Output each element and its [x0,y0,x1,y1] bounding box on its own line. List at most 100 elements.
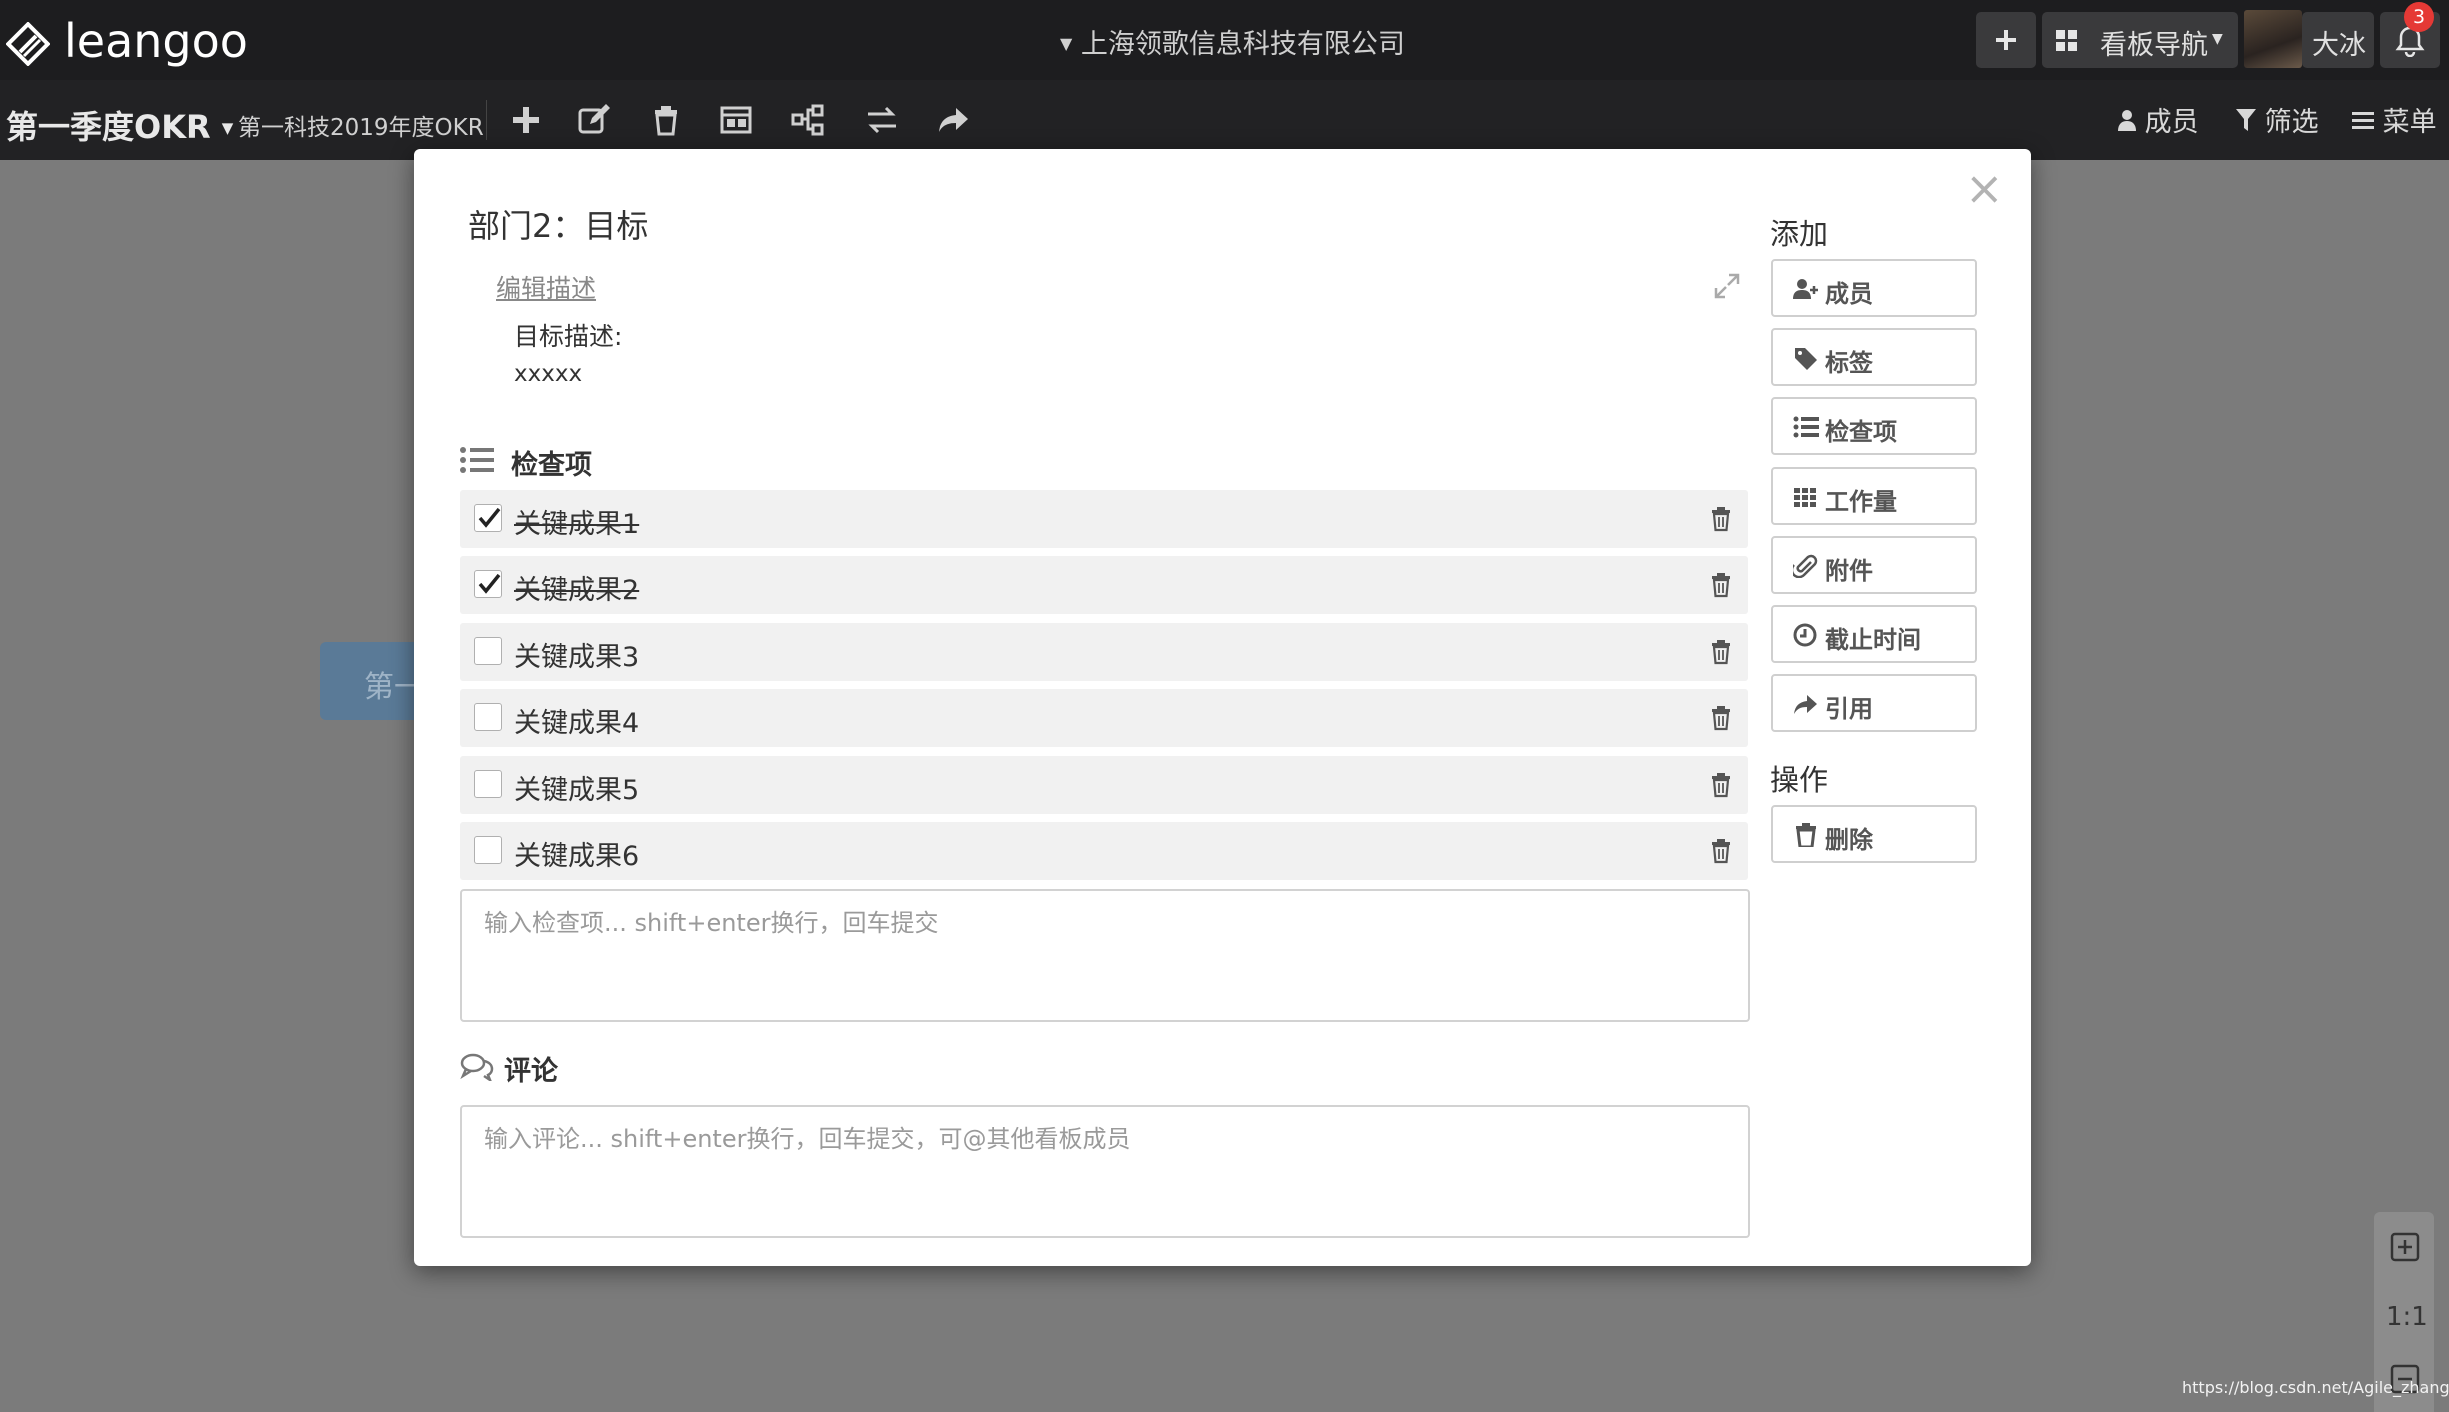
paperclip-icon [1793,554,1818,578]
checklist-item-label[interactable]: 关键成果4 [514,701,639,740]
board-nav-label: 看板导航 [2100,30,2208,61]
board-nav-button[interactable]: 看板导航 ▼ [2042,12,2238,68]
board-title[interactable]: 第一季度OKR ▼ [6,102,233,148]
top-navbar: leangoo ▼ 上海领歌信息科技有限公司 看板导航 ▼ 大冰 3 [0,0,2449,80]
list-icon [460,447,494,473]
checklist-item-label[interactable]: 关键成果2 [514,568,639,607]
delete-item-icon[interactable] [1711,572,1731,598]
checklist-checkbox[interactable] [474,570,502,598]
share-icon [1794,695,1817,714]
comment-input[interactable] [462,1107,1748,1236]
add-grid-button[interactable]: 工作量 [1771,467,1977,525]
grid-icon [2056,30,2077,51]
add-button-label: 截止时间 [1825,626,1921,654]
notification-badge: 3 [2404,2,2434,32]
expand-icon[interactable] [1714,273,1740,299]
watermark: https://blog.csdn.net/Agile_zhanglao [2182,1378,2449,1397]
add-tag-button[interactable]: 标签 [1771,328,1977,386]
add-share-button[interactable]: 引用 [1771,674,1977,732]
board-subtitle: 第一科技2019年度OKR [238,115,484,141]
checklist-item[interactable]: 关键成果4 [460,689,1748,747]
add-add-user-button[interactable]: 成员 [1771,259,1977,317]
checklist-input-wrapper [460,889,1750,1022]
caret-down-icon: ▼ [2212,31,2223,47]
edit-description-link[interactable]: 编辑描述 [496,269,596,305]
card-title[interactable]: 部门2：目标 [468,201,648,247]
trash-icon[interactable] [648,102,684,138]
checklist-item[interactable]: 关键成果6 [460,822,1748,880]
members-button[interactable]: 成员 [2118,100,2199,139]
description-label: 目标描述: [514,322,623,351]
user-menu-button[interactable]: 大冰 [2302,12,2374,68]
card-detail-modal: × 部门2：目标 编辑描述 目标描述: xxxxx 检查项 关键成果1 关键成果2… [414,149,2031,1266]
add-list-button[interactable]: 检查项 [1771,397,1977,455]
company-switcher[interactable]: ▼ 上海领歌信息科技有限公司 [1060,22,1405,61]
delete-button-label: 删除 [1825,826,1873,854]
checklist-item[interactable]: 关键成果1 [460,490,1748,548]
comment-input-wrapper [460,1105,1750,1238]
create-button[interactable] [1976,12,2036,68]
edit-icon[interactable] [576,102,612,138]
caret-down-icon: ▼ [221,119,234,137]
filter-label: 筛选 [2264,107,2319,138]
checklist-checkbox[interactable] [474,836,502,864]
delete-item-icon[interactable] [1711,838,1731,864]
comments-icon [460,1053,494,1081]
checklist-checkbox[interactable] [474,770,502,798]
user-name: 大冰 [2312,30,2366,61]
company-name: 上海领歌信息科技有限公司 [1080,29,1405,60]
checkmark-icon [478,507,501,528]
delete-item-icon[interactable] [1711,639,1731,665]
logo-text[interactable]: leangoo [64,14,248,68]
board-toolbar: 第一季度OKR ▼ 第一科技2019年度OKR 成员 筛选 菜单 [0,80,2449,160]
menu-button[interactable]: 菜单 [2352,100,2437,139]
share-icon[interactable] [936,102,972,138]
board-title-text: 第一季度OKR [6,108,211,146]
delete-button[interactable]: 删除 [1771,805,1977,863]
hierarchy-icon[interactable] [790,102,826,138]
clock-icon [1793,623,1817,647]
user-icon [2118,110,2136,131]
description-value: xxxxx [514,361,583,387]
add-button-label: 标签 [1825,349,1873,377]
close-icon[interactable]: × [1965,161,2004,215]
checklist-checkbox[interactable] [474,504,502,532]
delete-item-icon[interactable] [1711,506,1731,532]
layout-icon[interactable] [718,102,754,138]
filter-button[interactable]: 筛选 [2236,100,2319,139]
grid-icon [1794,488,1816,507]
zoom-ratio[interactable]: 1:1 [2386,1302,2428,1332]
checklist-checkbox[interactable] [474,703,502,731]
add-button-label: 检查项 [1825,418,1897,446]
add-button-label: 成员 [1825,280,1873,308]
checklist-item-label[interactable]: 关键成果6 [514,834,639,873]
checklist-item[interactable]: 关键成果2 [460,556,1748,614]
checklist-item-label[interactable]: 关键成果1 [514,502,639,541]
comments-heading: 评论 [504,1056,558,1087]
trash-icon [1796,823,1816,847]
delete-item-icon[interactable] [1711,705,1731,731]
logo-icon[interactable] [6,22,50,66]
menu-label: 菜单 [2382,107,2437,138]
add-user-icon [1793,279,1818,299]
checklist-item[interactable]: 关键成果5 [460,756,1748,814]
checklist-checkbox[interactable] [474,637,502,665]
add-paperclip-button[interactable]: 附件 [1771,536,1977,594]
delete-item-icon[interactable] [1711,772,1731,798]
zoom-in-icon[interactable] [2390,1232,2420,1262]
avatar[interactable] [2244,10,2302,68]
add-button-label: 附件 [1825,557,1873,585]
checkmark-icon [478,573,501,594]
add-list-icon[interactable] [508,102,544,138]
tag-icon [1795,348,1817,370]
checklist-input[interactable] [462,891,1748,1020]
checklist-item-label[interactable]: 关键成果3 [514,635,639,674]
checklist-item[interactable]: 关键成果3 [460,623,1748,681]
add-button-label: 工作量 [1825,488,1897,516]
add-clock-button[interactable]: 截止时间 [1771,605,1977,663]
hamburger-icon [2352,112,2374,129]
checklist-item-label[interactable]: 关键成果5 [514,768,639,807]
caret-down-icon: ▼ [1060,34,1073,53]
operations-heading: 操作 [1770,763,1829,797]
swap-icon[interactable] [864,102,900,138]
